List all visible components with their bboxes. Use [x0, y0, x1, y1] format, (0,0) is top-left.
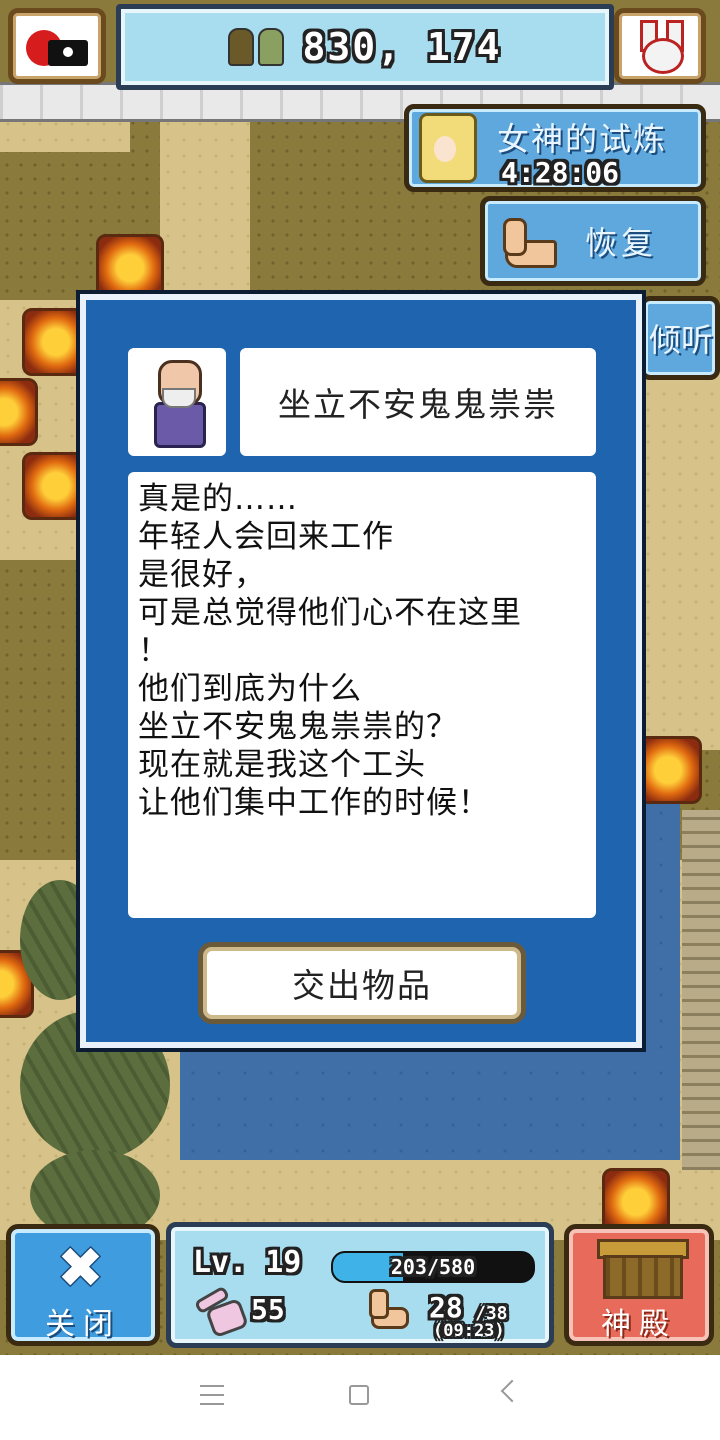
close-button[interactable]: ✖ 关闭 — [6, 1224, 160, 1346]
population-bar: 830, 174 — [116, 4, 614, 90]
camera-button[interactable] — [8, 8, 106, 84]
message-line: 现在就是我这个工头 — [138, 747, 426, 783]
sand-path — [640, 370, 720, 750]
temple-label: 神殿 — [601, 1307, 677, 1342]
message-line: 坐立不安鬼鬼祟祟的？ — [138, 709, 458, 745]
exp-bar: 203/580 — [331, 1251, 535, 1283]
recover-label: 恢复 — [585, 224, 658, 262]
listen-label: 倾听 — [649, 321, 714, 359]
goddess-portrait-icon — [419, 113, 477, 183]
camera-record-icon — [26, 26, 88, 66]
exp-text: 203/580 — [390, 1255, 476, 1279]
menu-icon[interactable] — [200, 1385, 224, 1405]
close-label: 关闭 — [45, 1307, 121, 1342]
power-value: 55 — [251, 1293, 285, 1326]
npc-name: 坐立不安鬼鬼祟祟 — [240, 348, 596, 456]
listen-button[interactable]: 倾听 — [640, 296, 720, 380]
trial-timer: 4:28:06 — [501, 156, 620, 189]
recover-button[interactable]: 恢复 — [480, 196, 706, 286]
flexed-arm-icon — [499, 216, 557, 268]
message-line: 让他们集中工作的时候！ — [138, 785, 490, 821]
level-text: Lv. 19 — [193, 1245, 302, 1280]
close-icon: ✖ — [57, 1236, 104, 1301]
stamina-arm-icon — [367, 1289, 409, 1329]
message-line: 他们到底为什么 — [138, 671, 362, 707]
message-line: ！ — [138, 633, 170, 669]
wooden-fence — [682, 810, 720, 1170]
trial-label: 女神的试炼 — [497, 120, 668, 158]
system-nav-bar — [0, 1355, 720, 1440]
message-line: 年轻人会回来工作 — [138, 519, 394, 555]
message-line: 可是总觉得他们心不在这里 — [138, 595, 522, 631]
message-box: 真是的…… 年轻人会回来工作 是很好， 可是总觉得他们心不在这里 ！ 他们到底为… — [128, 472, 596, 918]
mascot-button[interactable] — [614, 8, 706, 84]
npc-dialog: 坐立不安鬼鬼祟祟 真是的…… 年轻人会回来工作 是很好， 可是总觉得他们心不在这… — [76, 290, 646, 1052]
hand-in-item-button[interactable]: 交出物品 — [198, 942, 526, 1024]
player-status-panel: Lv. 19 203/580 55 28 /38 (09:23) — [166, 1222, 554, 1348]
lava-tile — [0, 378, 38, 446]
npc-avatar — [128, 348, 226, 456]
hand-power-icon — [193, 1285, 250, 1339]
population-count: 830, 174 — [302, 25, 502, 69]
temple-button[interactable]: 神殿 — [564, 1224, 714, 1346]
back-icon[interactable] — [500, 1379, 524, 1403]
message-line: 是很好， — [138, 557, 266, 593]
home-icon[interactable] — [349, 1385, 369, 1405]
old-foreman-icon — [150, 360, 206, 448]
temple-icon — [597, 1239, 689, 1299]
goddess-trial-button[interactable]: 女神的试炼 4:28:06 — [404, 104, 706, 192]
villagers-icon — [228, 28, 285, 66]
message-line: 真是的…… — [138, 481, 298, 517]
bunny-mascot-icon — [632, 18, 688, 74]
stamina-timer: (09:23) — [433, 1321, 505, 1341]
sand-path — [160, 116, 250, 306]
stamina-value: 28 — [429, 1291, 463, 1324]
